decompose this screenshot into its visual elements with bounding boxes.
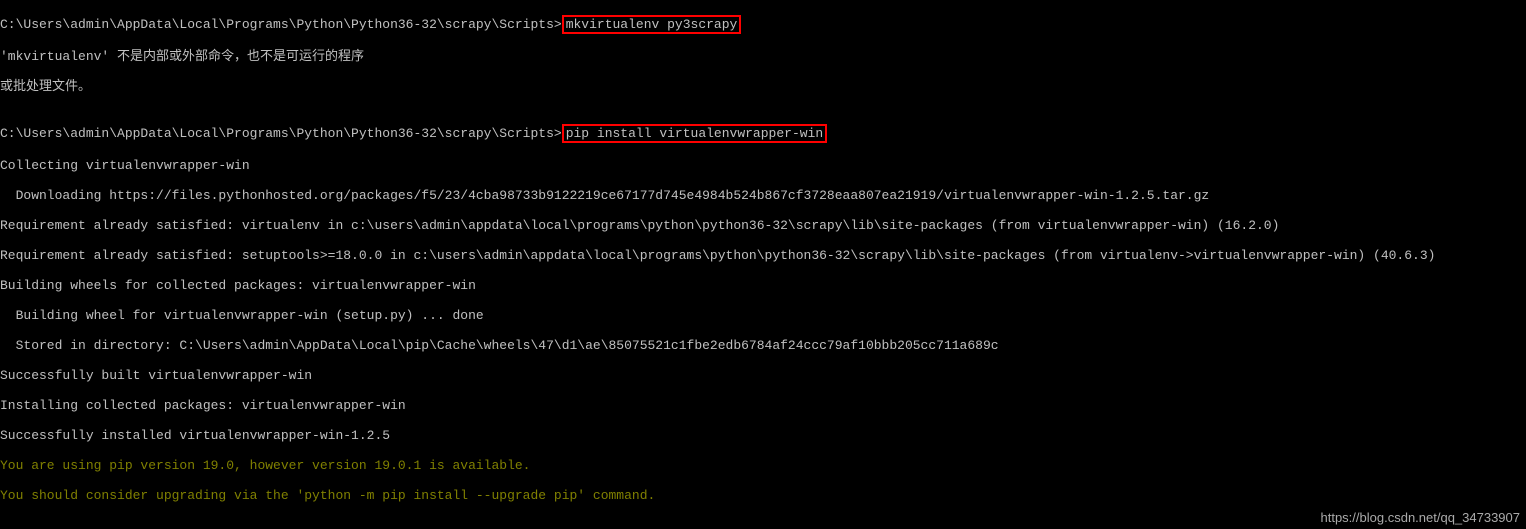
output-text: Stored in directory: C:\Users\admin\AppD… bbox=[0, 338, 1526, 353]
prompt-path: C:\Users\admin\AppData\Local\Programs\Py… bbox=[0, 126, 562, 141]
output-text: Building wheel for virtualenvwrapper-win… bbox=[0, 308, 1526, 323]
output-text: Downloading https://files.pythonhosted.o… bbox=[0, 188, 1526, 203]
warning-text: You should consider upgrading via the 'p… bbox=[0, 488, 1526, 503]
output-text: Installing collected packages: virtualen… bbox=[0, 398, 1526, 413]
prompt-path: C:\Users\admin\AppData\Local\Programs\Py… bbox=[0, 17, 562, 32]
output-text: Collecting virtualenvwrapper-win bbox=[0, 158, 1526, 173]
output-text: Requirement already satisfied: setuptool… bbox=[0, 248, 1526, 263]
output-text: Building wheels for collected packages: … bbox=[0, 278, 1526, 293]
warning-text: You are using pip version 19.0, however … bbox=[0, 458, 1526, 473]
output-text: Successfully built virtualenvwrapper-win bbox=[0, 368, 1526, 383]
error-text: 或批处理文件。 bbox=[0, 79, 1526, 94]
terminal-output[interactable]: C:\Users\admin\AppData\Local\Programs\Py… bbox=[0, 0, 1526, 529]
highlighted-command: pip install virtualenvwrapper-win bbox=[562, 124, 827, 143]
highlighted-command: mkvirtualenv py3scrapy bbox=[562, 15, 742, 34]
output-text: Successfully installed virtualenvwrapper… bbox=[0, 428, 1526, 443]
output-text: Requirement already satisfied: virtualen… bbox=[0, 218, 1526, 233]
watermark-text: https://blog.csdn.net/qq_34733907 bbox=[1321, 510, 1521, 525]
error-text: 'mkvirtualenv' 不是内部或外部命令，也不是可运行的程序 bbox=[0, 49, 1526, 64]
